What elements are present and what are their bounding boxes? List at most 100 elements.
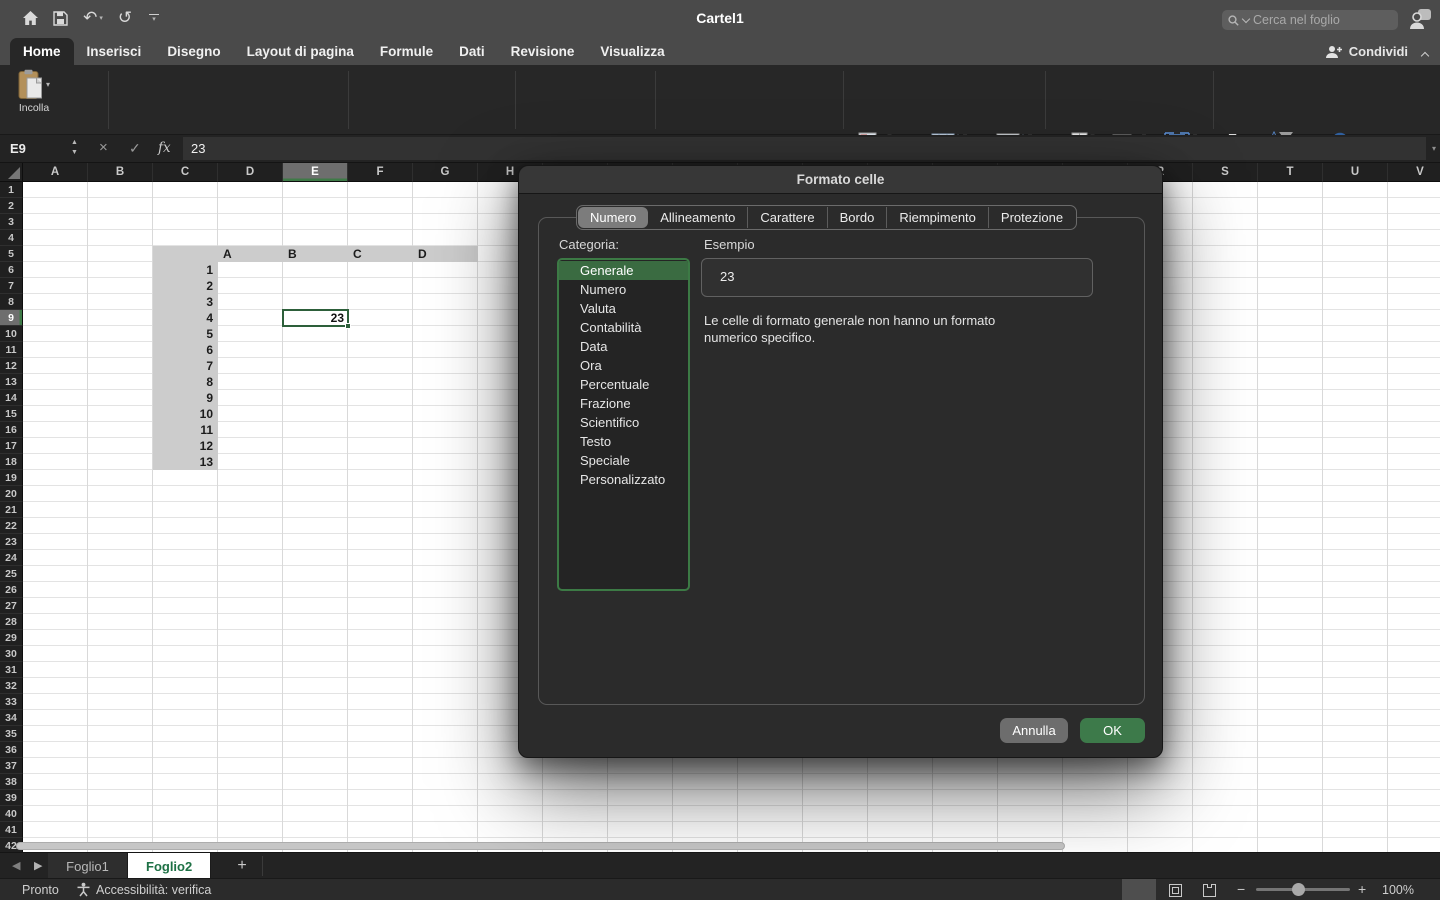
fill-handle[interactable] — [345, 323, 351, 329]
category-item-numero[interactable]: Numero — [559, 280, 688, 299]
share-button[interactable]: Condividi — [1325, 38, 1408, 65]
category-item-data[interactable]: Data — [559, 337, 688, 356]
row-header-17[interactable]: 17 — [0, 438, 23, 454]
selected-cell[interactable]: 23 — [282, 309, 349, 327]
row-header-39[interactable]: 39 — [0, 790, 23, 806]
category-item-percentuale[interactable]: Percentuale — [559, 375, 688, 394]
insert-function-button[interactable]: fx — [158, 140, 171, 156]
row-header-29[interactable]: 29 — [0, 630, 23, 646]
row-header-25[interactable]: 25 — [0, 566, 23, 582]
row-header-20[interactable]: 20 — [0, 486, 23, 502]
column-header-D[interactable]: D — [218, 163, 283, 182]
zoom-slider-thumb[interactable] — [1292, 883, 1305, 896]
column-header-F[interactable]: F — [348, 163, 413, 182]
column-header-U[interactable]: U — [1323, 163, 1388, 182]
page-layout-view-button[interactable] — [1158, 879, 1192, 900]
table-index-cell[interactable]: 8 — [153, 374, 213, 390]
dialog-tab-riempimento[interactable]: Riempimento — [886, 207, 988, 228]
table-index-cell[interactable]: 2 — [153, 278, 213, 294]
search-box[interactable]: Cerca nel foglio — [1222, 10, 1398, 30]
column-header-E[interactable]: E — [283, 163, 348, 182]
row-header-34[interactable]: 34 — [0, 710, 23, 726]
row-header-14[interactable]: 14 — [0, 390, 23, 406]
row-header-4[interactable]: 4 — [0, 230, 23, 246]
accessibility-status[interactable]: Accessibilità: verifica — [96, 883, 211, 897]
select-all-corner[interactable] — [0, 163, 23, 182]
profile-icon[interactable] — [1408, 7, 1432, 31]
expand-formula-bar-icon[interactable]: ▾ — [1432, 144, 1436, 153]
ribbon-tab-dati[interactable]: Dati — [446, 38, 498, 65]
row-header-31[interactable]: 31 — [0, 662, 23, 678]
page-break-view-button[interactable] — [1192, 879, 1226, 900]
dialog-tab-bordo[interactable]: Bordo — [827, 207, 887, 228]
row-header-8[interactable]: 8 — [0, 294, 23, 310]
category-item-valuta[interactable]: Valuta — [559, 299, 688, 318]
table-index-cell[interactable]: 6 — [153, 342, 213, 358]
column-header-A[interactable]: A — [23, 163, 88, 182]
horizontal-scrollbar[interactable] — [16, 842, 1065, 850]
row-header-38[interactable]: 38 — [0, 774, 23, 790]
ribbon-tab-layout-di-pagina[interactable]: Layout di pagina — [234, 38, 367, 65]
column-header-T[interactable]: T — [1258, 163, 1323, 182]
ribbon-tab-revisione[interactable]: Revisione — [498, 38, 588, 65]
cancel-entry-button[interactable]: × — [99, 139, 108, 156]
column-header-G[interactable]: G — [413, 163, 478, 182]
row-header-35[interactable]: 35 — [0, 726, 23, 742]
row-header-26[interactable]: 26 — [0, 582, 23, 598]
table-index-cell[interactable]: 1 — [153, 262, 213, 278]
row-header-24[interactable]: 24 — [0, 550, 23, 566]
category-item-generale[interactable]: Generale — [559, 261, 688, 280]
row-header-41[interactable]: 41 — [0, 822, 23, 838]
row-header-1[interactable]: 1 — [0, 182, 23, 198]
ribbon-tab-disegno[interactable]: Disegno — [154, 38, 233, 65]
ribbon-tab-inserisci[interactable]: Inserisci — [74, 38, 155, 65]
table-header-cell[interactable]: B — [288, 246, 297, 262]
row-header-16[interactable]: 16 — [0, 422, 23, 438]
table-index-cell[interactable]: 7 — [153, 358, 213, 374]
row-header-6[interactable]: 6 — [0, 262, 23, 278]
row-header-27[interactable]: 27 — [0, 598, 23, 614]
category-item-contabilità[interactable]: Contabilità — [559, 318, 688, 337]
cancel-button[interactable]: Annulla — [1000, 718, 1068, 743]
zoom-in-button[interactable]: + — [1358, 881, 1366, 897]
ribbon-tab-formule[interactable]: Formule — [367, 38, 446, 65]
dialog-tab-allineamento[interactable]: Allineamento — [648, 207, 747, 228]
row-header-19[interactable]: 19 — [0, 470, 23, 486]
zoom-percentage[interactable]: 100% — [1382, 883, 1414, 897]
row-header-23[interactable]: 23 — [0, 534, 23, 550]
table-index-cell[interactable]: 4 — [153, 310, 213, 326]
normal-view-button[interactable] — [1122, 879, 1156, 900]
ribbon-tab-home[interactable]: Home — [10, 38, 74, 65]
row-header-7[interactable]: 7 — [0, 278, 23, 294]
row-header-12[interactable]: 12 — [0, 358, 23, 374]
collapse-ribbon-button[interactable] — [1422, 46, 1428, 64]
row-header-10[interactable]: 10 — [0, 326, 23, 342]
row-header-28[interactable]: 28 — [0, 614, 23, 630]
row-header-30[interactable]: 30 — [0, 646, 23, 662]
table-index-cell[interactable]: 10 — [153, 406, 213, 422]
row-header-15[interactable]: 15 — [0, 406, 23, 422]
row-header-40[interactable]: 40 — [0, 806, 23, 822]
paste-button[interactable]: ▾ Incolla — [8, 69, 60, 115]
row-header-33[interactable]: 33 — [0, 694, 23, 710]
row-header-37[interactable]: 37 — [0, 758, 23, 774]
row-header-22[interactable]: 22 — [0, 518, 23, 534]
table-index-cell[interactable]: 12 — [153, 438, 213, 454]
name-box[interactable]: E9 — [10, 141, 26, 156]
category-item-ora[interactable]: Ora — [559, 356, 688, 375]
dialog-tab-numero[interactable]: Numero — [578, 207, 648, 228]
row-header-18[interactable]: 18 — [0, 454, 23, 470]
next-sheet-button[interactable]: ▶ — [34, 859, 42, 872]
row-header-2[interactable]: 2 — [0, 198, 23, 214]
add-sheet-button[interactable]: + — [228, 853, 256, 879]
ribbon-tab-visualizza[interactable]: Visualizza — [587, 38, 677, 65]
row-header-21[interactable]: 21 — [0, 502, 23, 518]
zoom-slider[interactable] — [1256, 888, 1350, 891]
table-index-cell[interactable]: 9 — [153, 390, 213, 406]
ok-button[interactable]: OK — [1080, 718, 1145, 743]
table-header-cell[interactable]: D — [418, 246, 427, 262]
formula-input[interactable]: 23 — [183, 137, 1426, 160]
column-header-S[interactable]: S — [1193, 163, 1258, 182]
dialog-tab-protezione[interactable]: Protezione — [988, 207, 1075, 228]
column-header-B[interactable]: B — [88, 163, 153, 182]
